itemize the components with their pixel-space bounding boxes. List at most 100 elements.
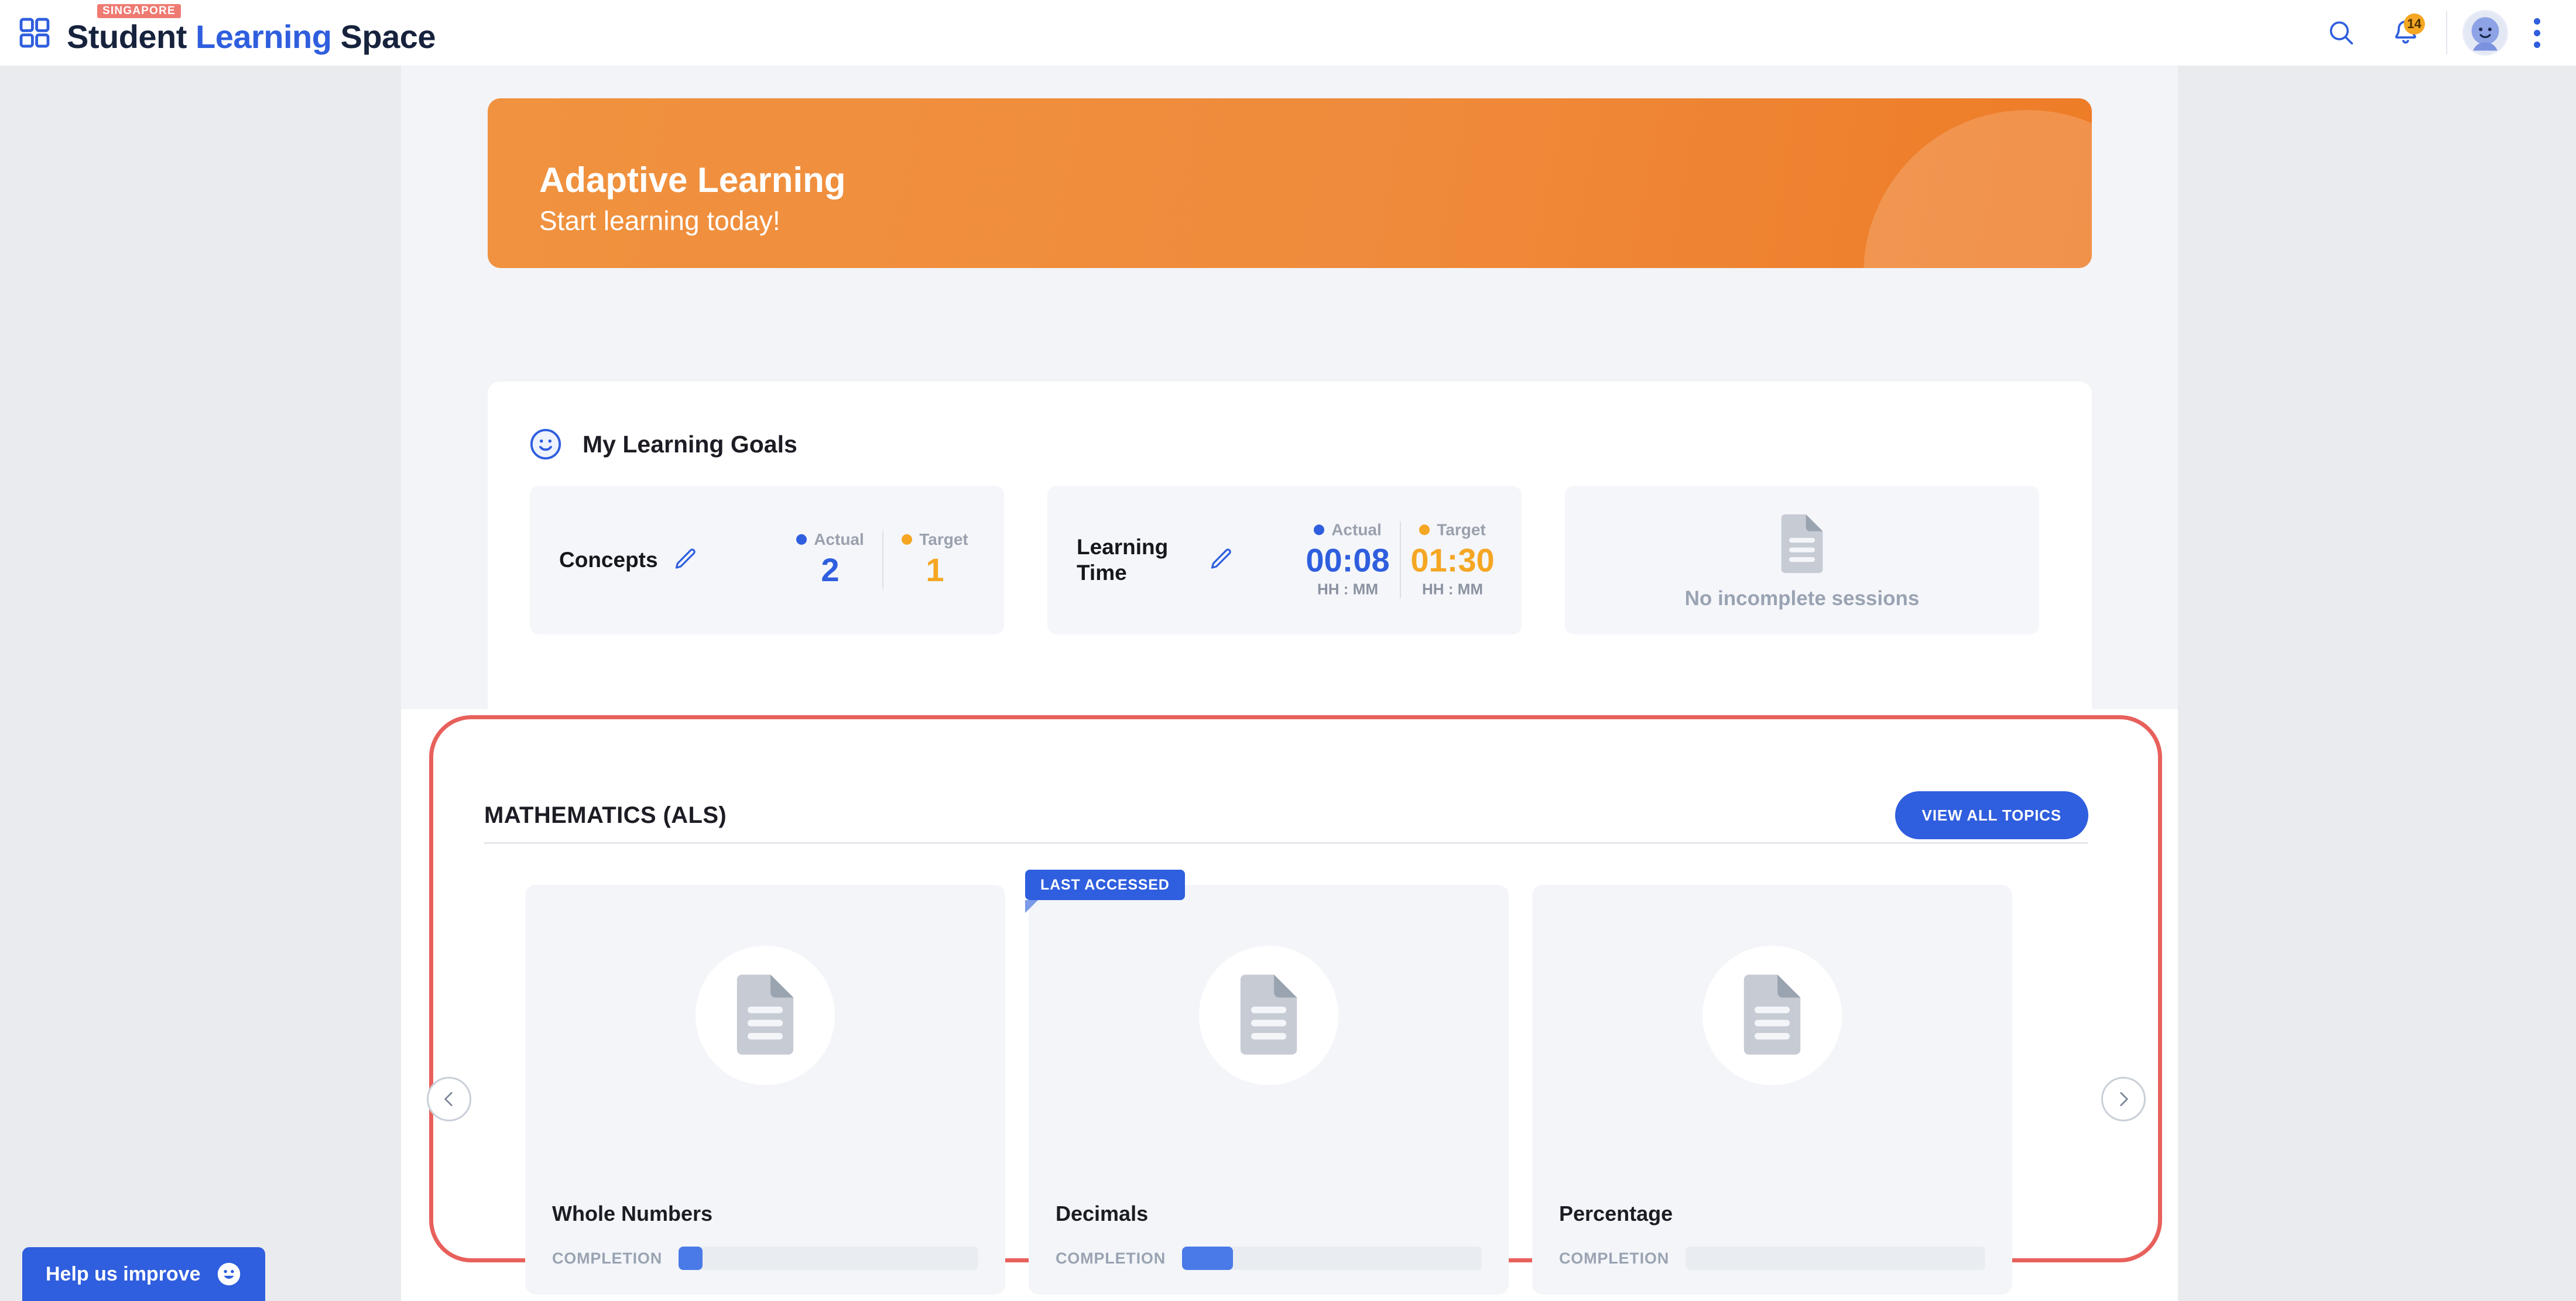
brand-logo[interactable]: SINGAPORE Student Learning Space — [67, 4, 436, 53]
page-title: MATHEMATICS (ALS) — [484, 802, 727, 828]
goal-metrics: Actual 00:08 HH : MM Target 01:30 HH : M… — [1296, 521, 1504, 599]
topic-title: Percentage — [1559, 1202, 1673, 1226]
pencil-edit-icon[interactable] — [1207, 546, 1235, 574]
brand-title-space: Space — [331, 18, 436, 55]
banner-subtitle: Start learning today! — [539, 205, 780, 236]
avatar[interactable] — [2462, 10, 2508, 56]
avatar-smiley-icon — [2464, 12, 2506, 54]
completion-label: COMPLETION — [552, 1249, 662, 1267]
actual-dot-icon — [1314, 524, 1325, 535]
goal-label: Learning Time — [1077, 535, 1169, 585]
actual-label: Actual — [814, 530, 864, 548]
progress-bar-fill — [1182, 1247, 1234, 1270]
carousel-prev-button[interactable] — [427, 1077, 471, 1121]
singapore-badge: SINGAPORE — [97, 4, 181, 18]
progress-bar-track — [1182, 1247, 1482, 1270]
chevron-left-icon — [444, 1092, 453, 1106]
help-button-label: Help us improve — [46, 1262, 201, 1285]
top-navigation-bar: SINGAPORE Student Learning Space 14 — [0, 0, 2576, 66]
smiley-face-icon — [530, 428, 561, 460]
grid-logo-icon[interactable] — [18, 16, 52, 50]
metric-actual-header: Actual — [778, 531, 882, 548]
progress-bar-track — [679, 1247, 978, 1270]
document-icon — [1743, 974, 1801, 1055]
brand-title: Student Learning Space — [67, 20, 436, 53]
target-label: Target — [1437, 520, 1486, 539]
topic-card[interactable]: Whole Numbers COMPLETION — [525, 885, 1005, 1295]
view-all-topics-button[interactable]: VIEW ALL TOPICS — [1895, 791, 2088, 839]
metric-target-header: Target — [883, 531, 986, 548]
topic-completion: COMPLETION — [1559, 1247, 1985, 1270]
topic-thumbnail — [696, 946, 835, 1085]
topic-card[interactable]: LAST ACCESSED Decimals COMPLETION — [1025, 870, 1509, 1295]
topic-title: Whole Numbers — [552, 1202, 713, 1226]
more-options-button[interactable] — [2516, 8, 2557, 58]
smiley-face-icon — [217, 1262, 240, 1286]
metric-target-header: Target — [1401, 521, 1504, 538]
more-vertical-icon-dot — [2533, 41, 2540, 48]
no-incomplete-sessions-card: No incomplete sessions — [1565, 486, 2039, 634]
topic-thumbnail — [1199, 946, 1338, 1085]
progress-bar-track — [1686, 1247, 1985, 1270]
brand-title-student: Student — [67, 18, 196, 55]
brand-title-learning: Learning — [195, 18, 332, 55]
topic-title: Decimals — [1056, 1202, 1149, 1226]
more-vertical-icon-dot — [2533, 29, 2540, 36]
metric-actual: Actual 00:08 HH : MM — [1296, 521, 1400, 598]
topic-card[interactable]: Percentage COMPLETION — [1532, 885, 2012, 1295]
goals-title: My Learning Goals — [583, 430, 797, 458]
topbar-actions: 14 — [2316, 0, 2576, 66]
mathematics-section: MATHEMATICS (ALS) VIEW ALL TOPICS Whole … — [401, 709, 2178, 1301]
topic-completion: COMPLETION — [1056, 1247, 1482, 1270]
goal-label-group: Concepts — [559, 546, 699, 574]
document-icon — [1781, 514, 1823, 573]
help-us-improve-button[interactable]: Help us improve — [22, 1247, 265, 1301]
banner-title: Adaptive Learning — [539, 160, 846, 200]
goal-card-learning-time: Learning Time Actual 00:08 HH : MM Targe… — [1047, 486, 1522, 634]
notifications-button[interactable]: 14 — [2380, 8, 2431, 58]
topic-completion: COMPLETION — [552, 1247, 978, 1270]
actual-label: Actual — [1331, 520, 1382, 539]
target-label: Target — [919, 530, 968, 548]
actual-unit: HH : MM — [1317, 580, 1378, 598]
topic-card-track: Whole Numbers COMPLETION LAST ACCESSED D… — [525, 870, 2012, 1295]
target-value: 1 — [926, 551, 944, 588]
goal-label: Concepts — [559, 548, 658, 572]
completion-label: COMPLETION — [1056, 1249, 1166, 1267]
document-icon — [737, 974, 794, 1055]
metric-actual: Actual 2 — [778, 531, 882, 589]
banner-decorative-circle — [1864, 110, 2092, 268]
search-button[interactable] — [2316, 8, 2366, 58]
actual-value: 2 — [821, 551, 840, 588]
target-dot-icon — [1419, 524, 1430, 535]
metric-target: Target 1 — [882, 531, 986, 589]
goals-row: Concepts Actual 2 Target 1 Learning Time… — [530, 486, 2039, 634]
progress-bar-fill — [679, 1247, 703, 1270]
completion-label: COMPLETION — [1559, 1249, 1669, 1267]
carousel-next-button[interactable] — [2101, 1077, 2146, 1121]
page-content-column: Adaptive Learning Start learning today! … — [401, 66, 2178, 1301]
goal-metrics: Actual 2 Target 1 — [778, 531, 986, 589]
adaptive-learning-banner[interactable]: Adaptive Learning Start learning today! — [488, 98, 2092, 268]
pencil-edit-icon[interactable] — [671, 546, 699, 574]
topics-carousel: Whole Numbers COMPLETION LAST ACCESSED D… — [427, 870, 2146, 1295]
search-icon — [2330, 21, 2354, 45]
goals-header: My Learning Goals — [529, 427, 797, 461]
actual-dot-icon — [796, 534, 807, 545]
goal-label-group: Learning Time — [1077, 534, 1235, 585]
topbar-divider — [2446, 11, 2447, 54]
target-value: 01:30 — [1410, 541, 1495, 579]
no-sessions-text: No incomplete sessions — [1684, 586, 1920, 610]
target-dot-icon — [902, 534, 913, 545]
metric-actual-header: Actual — [1296, 521, 1400, 538]
document-icon — [1240, 974, 1297, 1055]
mathematics-header: MATHEMATICS (ALS) VIEW ALL TOPICS — [484, 788, 2088, 844]
topic-thumbnail — [1703, 946, 1842, 1085]
metric-target: Target 01:30 HH : MM — [1400, 521, 1504, 599]
actual-value: 00:08 — [1306, 541, 1390, 579]
more-vertical-icon-dot — [2533, 18, 2540, 25]
last-accessed-badge: LAST ACCESSED — [1025, 870, 1185, 913]
chevron-right-icon — [2120, 1092, 2128, 1106]
my-learning-goals-card: My Learning Goals Concepts Actual 2 Targ… — [488, 382, 2092, 740]
notification-count-badge: 14 — [2403, 13, 2425, 35]
